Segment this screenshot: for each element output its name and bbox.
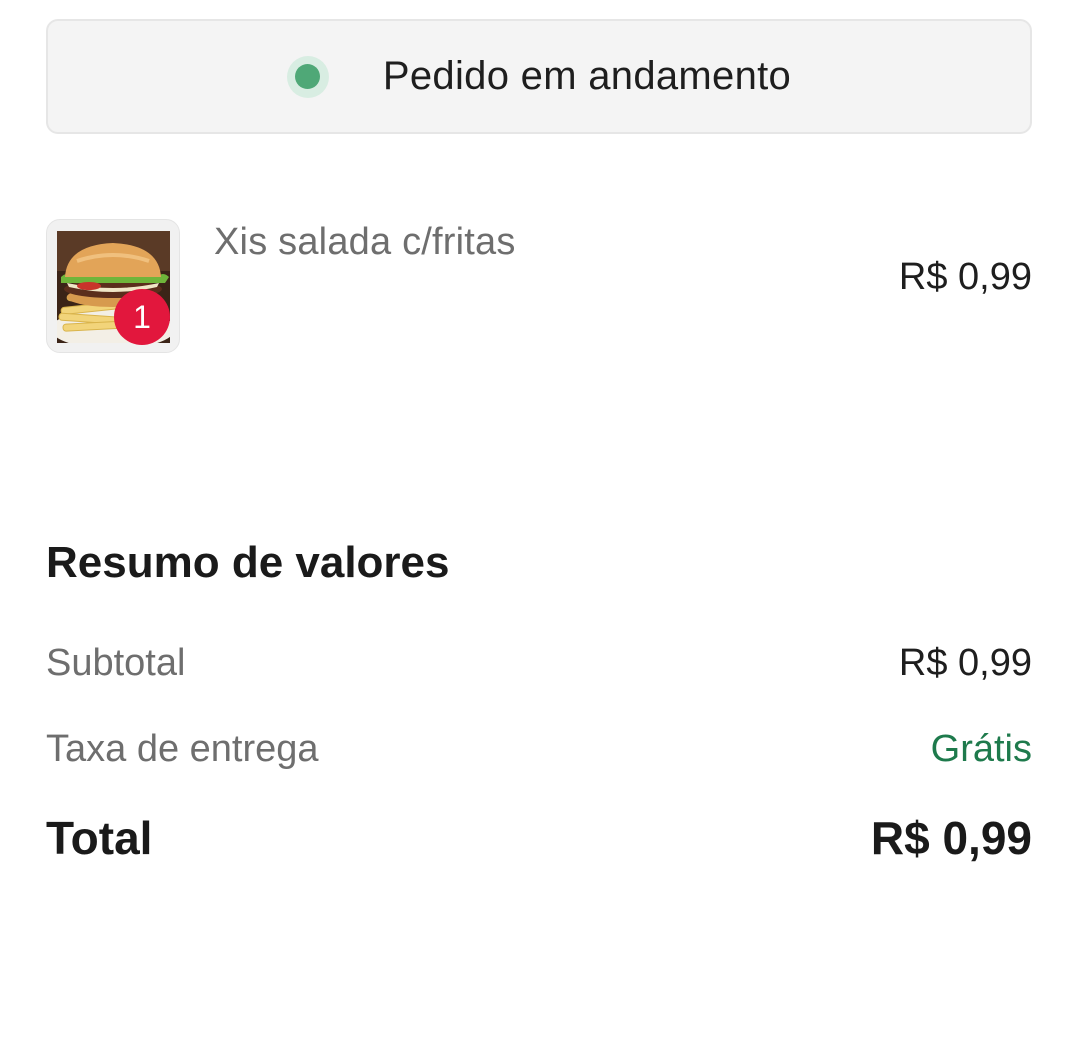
- subtotal-row: Subtotal R$ 0,99: [46, 642, 1032, 685]
- item-name: Xis salada c/fritas: [214, 221, 516, 263]
- total-row: Total R$ 0,99: [46, 811, 1032, 865]
- total-label: Total: [46, 812, 153, 864]
- status-indicator-icon: [286, 55, 329, 98]
- subtotal-value: R$ 0,99: [898, 642, 1032, 684]
- order-status-banner: Pedido em andamento: [46, 19, 1032, 134]
- item-image: 1: [46, 219, 180, 353]
- total-value: R$ 0,99: [870, 812, 1032, 864]
- order-item[interactable]: 1 Xis salada c/fritas R$ 0,99: [46, 219, 1032, 354]
- delivery-fee-value: Grátis: [930, 728, 1032, 770]
- delivery-fee-row: Taxa de entrega Grátis: [46, 728, 1032, 771]
- item-price: R$ 0,99: [898, 256, 1032, 298]
- status-text: Pedido em andamento: [382, 54, 792, 98]
- delivery-fee-label: Taxa de entrega: [46, 728, 319, 770]
- quantity-badge: 1: [114, 289, 170, 345]
- subtotal-label: Subtotal: [46, 642, 186, 684]
- summary-title: Resumo de valores: [46, 538, 450, 587]
